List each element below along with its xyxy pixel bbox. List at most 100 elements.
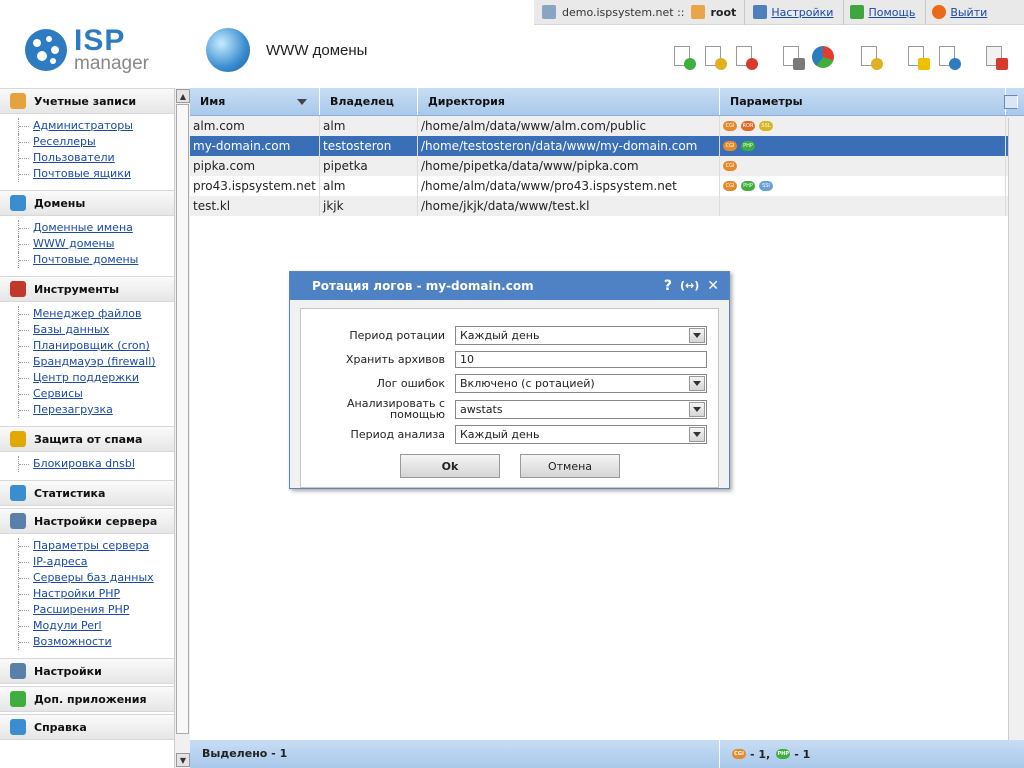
sidebar-item: Сервисы xyxy=(18,386,174,402)
sidebar-section-1[interactable]: Домены xyxy=(0,190,174,216)
add-domain-button[interactable] xyxy=(670,44,696,70)
column-settings-icon[interactable] xyxy=(1004,95,1018,109)
help-icon xyxy=(850,5,865,19)
sidebar-section-2[interactable]: Инструменты xyxy=(0,276,174,302)
sidebar-item: Центр поддержки xyxy=(18,370,174,386)
domain-settings-button[interactable] xyxy=(857,44,883,70)
enter-button[interactable] xyxy=(982,44,1008,70)
table-body: alm.com alm/home/alm/data/www/alm.com/pub… xyxy=(190,116,1024,216)
sidebar-link[interactable]: Доменные имена xyxy=(33,221,133,234)
rotation-period-select[interactable]: Каждый день xyxy=(455,326,707,345)
sidebar-link[interactable]: Возможности xyxy=(33,635,112,648)
logout-link[interactable]: Выйти xyxy=(950,6,987,19)
divider xyxy=(843,0,845,25)
sidebar-list: Менеджер файлов Базы данных Планировщик (c… xyxy=(0,302,174,426)
edit-domain-button[interactable] xyxy=(701,44,727,70)
sidebar-list: Параметры сервера IP-адреса Серверы баз да… xyxy=(0,534,174,658)
cell-name: pipka.com xyxy=(190,156,320,176)
chevron-down-icon[interactable] xyxy=(689,401,705,417)
delete-domain-button[interactable] xyxy=(732,44,758,70)
sidebar-link[interactable]: Брандмауэр (firewall) xyxy=(33,355,156,368)
sidebar-link[interactable]: Почтовые домены xyxy=(33,253,138,266)
rotation-period-label: Период ротации xyxy=(349,329,445,342)
sidebar-link[interactable]: Почтовые ящики xyxy=(33,167,131,180)
chevron-down-icon[interactable] xyxy=(689,328,705,343)
dialog-help-icon[interactable]: ? xyxy=(664,272,672,300)
table-row[interactable]: pipka.com pipetka/home/pipetka/data/www/p… xyxy=(190,156,1024,176)
dialog-close-icon[interactable]: ✕ xyxy=(707,272,719,300)
ok-button[interactable]: Ok xyxy=(400,454,500,478)
table-row[interactable]: my-domain.com testosteron/home/testostero… xyxy=(190,136,1024,156)
settings-link[interactable]: Настройки xyxy=(771,6,833,19)
scroll-thumb[interactable] xyxy=(176,104,189,734)
error-log-value: Включено (с ротацией) xyxy=(460,377,595,390)
sidebar-section-title: Справка xyxy=(34,720,87,734)
sidebar-section-3[interactable]: Защита от спама xyxy=(0,426,174,452)
sidebar-link[interactable]: Пользователи xyxy=(33,151,115,164)
chevron-down-icon[interactable] xyxy=(689,427,705,442)
scroll-up-icon[interactable]: ▲ xyxy=(176,89,190,103)
sidebar-link[interactable]: Реселлеры xyxy=(33,135,96,148)
dialog-expand-icon[interactable]: (↔) xyxy=(680,272,699,300)
sidebar-item: Доменные имена xyxy=(18,220,174,236)
cell-owner: testosteron xyxy=(320,136,418,156)
sidebar-link[interactable]: Менеджер файлов xyxy=(33,307,142,320)
table-row[interactable]: test.kl jkjk/home/jkjk/data/www/test.kl xyxy=(190,196,1024,216)
warning-button[interactable] xyxy=(904,44,930,70)
php-count: - 1 xyxy=(794,747,811,761)
sidebar-link[interactable]: Расширения PHP xyxy=(33,603,129,616)
sidebar-link[interactable]: Настройки PHP xyxy=(33,587,120,600)
cell-owner: jkjk xyxy=(320,196,418,216)
power-icon xyxy=(932,5,947,19)
help-link[interactable]: Помощь xyxy=(868,6,915,19)
sidebar-section-8[interactable]: Справка xyxy=(0,714,174,740)
sidebar-section-4[interactable]: Статистика xyxy=(0,480,174,506)
column-name[interactable]: Имя xyxy=(190,88,320,115)
table-scrollbar[interactable] xyxy=(1008,118,1024,740)
keep-archives-row: Хранить архивов 10 xyxy=(301,351,721,368)
sidebar-link[interactable]: Модули Perl xyxy=(33,619,102,632)
scroll-down-icon[interactable]: ▼ xyxy=(176,753,190,767)
table-row[interactable]: alm.com alm/home/alm/data/www/alm.com/pub… xyxy=(190,116,1024,136)
column-owner[interactable]: Владелец xyxy=(320,88,418,115)
log-button[interactable] xyxy=(779,44,805,70)
analyzer-select[interactable]: awstats xyxy=(455,399,707,419)
sidebar-link[interactable]: Планировщик (cron) xyxy=(33,339,150,352)
statistics-button[interactable] xyxy=(810,44,836,70)
redirect-button[interactable] xyxy=(935,44,961,70)
sidebar-link[interactable]: Сервисы xyxy=(33,387,83,400)
sidebar-link[interactable]: Перезагрузка xyxy=(33,403,113,416)
sidebar-section-6[interactable]: Настройки xyxy=(0,658,174,684)
cell-params: CGI PHP SSI xyxy=(720,176,1006,196)
error-log-select[interactable]: Включено (с ротацией) xyxy=(455,374,707,393)
sidebar-item: IP-адреса xyxy=(18,554,174,570)
sidebar-link[interactable]: WWW домены xyxy=(33,237,114,250)
footer-summary: CGI - 1, PHP - 1 xyxy=(720,740,1024,768)
isp-manager-logo[interactable]: ISP manager xyxy=(24,24,174,74)
sidebar-link[interactable]: Блокировка dnsbl xyxy=(33,457,135,470)
sidebar-link[interactable]: Базы данных xyxy=(33,323,109,336)
cancel-button[interactable]: Отмена xyxy=(520,454,620,478)
sidebar-link[interactable]: Серверы баз данных xyxy=(33,571,154,584)
warning-icon xyxy=(918,58,930,70)
section-icon xyxy=(10,513,26,529)
cgi-icon: CGI xyxy=(723,181,737,191)
sidebar-link[interactable]: IP-адреса xyxy=(33,555,88,568)
cell-dir: /home/jkjk/data/www/test.kl xyxy=(418,196,720,216)
sidebar-list: Администраторы Реселлеры Пользователи Почто… xyxy=(0,114,174,190)
column-directory[interactable]: Директория xyxy=(418,88,720,115)
chevron-down-icon[interactable] xyxy=(689,376,705,391)
sidebar-link[interactable]: Параметры сервера xyxy=(33,539,149,552)
keep-archives-input[interactable]: 10 xyxy=(455,351,707,368)
table-row[interactable]: pro43.ispsystem.net alm/home/alm/data/www… xyxy=(190,176,1024,196)
sidebar-section-0[interactable]: Учетные записи xyxy=(0,88,174,114)
sidebar-link[interactable]: Администраторы xyxy=(33,119,133,132)
analysis-period-select[interactable]: Каждый день xyxy=(455,425,707,444)
sidebar-section-5[interactable]: Настройки сервера xyxy=(0,508,174,534)
dialog-title-bar[interactable]: Ротация логов - my-domain.com ? (↔) ✕ xyxy=(290,272,729,300)
column-parameters[interactable]: Параметры xyxy=(720,88,1006,115)
sidebar-scrollbar[interactable]: ▲ ▼ xyxy=(174,88,190,768)
sidebar-section-7[interactable]: Доп. приложения xyxy=(0,686,174,712)
sidebar-link[interactable]: Центр поддержки xyxy=(33,371,139,384)
sidebar-item: Базы данных xyxy=(18,322,174,338)
